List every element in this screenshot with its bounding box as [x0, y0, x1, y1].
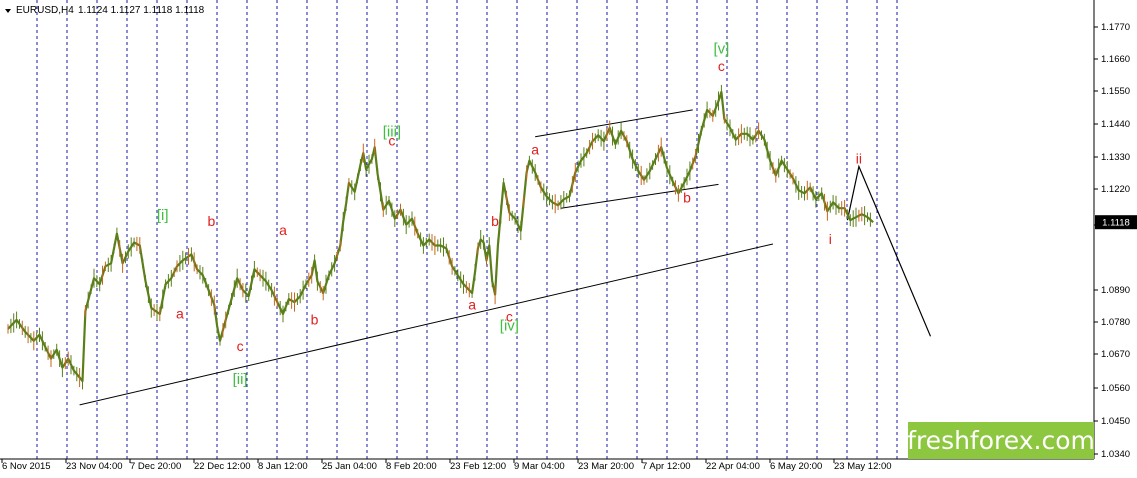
wave-label: b [208, 213, 216, 229]
chart-background [0, 0, 1137, 478]
time-tick-label: 6 May 20:00 [770, 461, 822, 472]
time-tick-label: 8 Feb 20:00 [386, 461, 437, 472]
wave-label: [v] [713, 40, 729, 57]
time-tick-label: 23 Mar 20:00 [578, 461, 634, 472]
time-tick-label: 7 Apr 12:00 [642, 461, 691, 472]
price-tick-label: 1.0450 [1101, 416, 1130, 427]
price-tick-label: 1.1550 [1101, 86, 1130, 97]
ohlc-values: 1.1124 1.1127 1.1118 1.1118 [78, 5, 205, 16]
chart-header: EURUSD,H4 1.1124 1.1127 1.1118 1.1118 [5, 5, 205, 16]
price-tick-label: 1.0670 [1101, 349, 1130, 360]
time-tick-label: 7 Dec 20:00 [130, 461, 181, 472]
wave-label: b [683, 189, 691, 205]
time-tick-label: 6 Nov 2015 [2, 461, 51, 472]
price-tick-label: 1.1660 [1101, 54, 1130, 65]
time-tick-label: 25 Jan 04:00 [322, 461, 377, 472]
current-price-label: 1.1118 [1102, 218, 1130, 229]
price-tick-label: 1.0890 [1101, 285, 1130, 296]
time-tick-label: 23 Feb 12:00 [450, 461, 506, 472]
wave-label: a [531, 142, 539, 158]
wave-label: a [176, 305, 184, 321]
time-tick-label: 22 Dec 12:00 [194, 461, 251, 472]
wave-label: ii [856, 151, 862, 167]
symbol-timeframe: EURUSD,H4 [16, 5, 74, 16]
time-tick-label: 9 Mar 04:00 [514, 461, 565, 472]
price-tick-label: 1.0780 [1101, 317, 1130, 328]
time-tick-label: 22 Apr 04:00 [706, 461, 760, 472]
time-tick-label: 8 Jan 12:00 [258, 461, 308, 472]
freshforex-logo: freshforex.com [907, 422, 1095, 459]
price-tick-label: 1.1330 [1101, 152, 1130, 163]
wave-label: [iv] [500, 317, 519, 334]
current-price-tag: 1.1118 [1095, 215, 1137, 230]
wave-label: c [718, 58, 725, 74]
price-tick-label: 1.1440 [1101, 119, 1130, 130]
wave-label: [ii] [233, 371, 248, 388]
price-chart: [i]abc[ii]ab[iii]cabc[iv]ab[v]ciii 1.177… [0, 0, 1137, 478]
wave-label: i [829, 231, 832, 247]
price-tick-label: 1.1220 [1101, 184, 1130, 195]
wave-label: a [279, 222, 287, 238]
wave-label: c [388, 133, 395, 149]
chart-window: [i] a b c [ii] a b [iii] c a b c [iv] a b [v] c i ii 1.177… [0, 0, 1137, 478]
price-tick-label: 1.1770 [1101, 22, 1130, 33]
wave-label: c [237, 338, 244, 354]
wave-label: a [468, 297, 476, 313]
logo-text: freshforex.com [907, 426, 1095, 455]
price-tick-label: 1.0340 [1101, 449, 1130, 460]
price-tick-label: 1.0560 [1101, 383, 1130, 394]
time-tick-label: 23 May 12:00 [834, 461, 892, 472]
time-tick-label: 23 Nov 04:00 [66, 461, 123, 472]
wave-label: b [491, 213, 499, 229]
wave-label: b [311, 311, 319, 327]
wave-label: [i] [157, 207, 169, 224]
